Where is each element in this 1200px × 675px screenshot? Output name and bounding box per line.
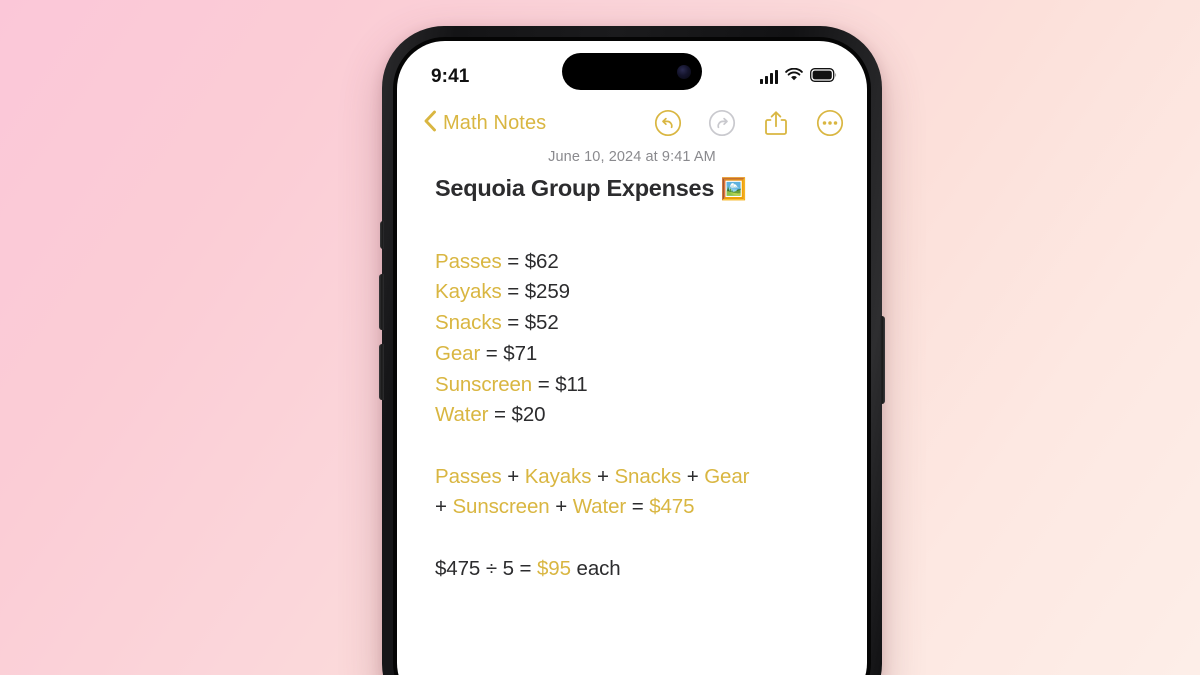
chevron-left-icon <box>423 110 437 137</box>
operator: = <box>537 372 550 396</box>
cellular-bars-icon <box>760 69 778 84</box>
back-button[interactable]: Math Notes <box>423 110 546 137</box>
variable-name: Passes <box>435 249 502 273</box>
status-time: 9:41 <box>431 66 470 87</box>
operator: = <box>507 280 520 304</box>
battery-full-icon <box>810 67 837 87</box>
assignment-line[interactable]: Kayaks = $259 <box>435 277 841 308</box>
assignment-line[interactable]: Snacks = $52 <box>435 308 841 339</box>
power-button[interactable] <box>880 316 885 404</box>
value: $11 <box>555 372 588 396</box>
variable-name: Snacks <box>435 311 502 335</box>
division-expression-line[interactable]: $475 ÷ 5 = $95 each <box>435 554 841 585</box>
sum-term: Snacks <box>614 464 682 488</box>
note-date: June 10, 2024 at 9:41 AM <box>548 149 716 165</box>
plus-operator: + <box>596 464 609 488</box>
plus-operator: + <box>435 495 447 519</box>
undo-button[interactable] <box>653 108 683 138</box>
operator: = <box>507 311 520 335</box>
variable-name: Kayaks <box>435 280 502 304</box>
more-button[interactable] <box>815 108 845 138</box>
divisor: 5 <box>502 556 514 580</box>
nav-actions <box>653 108 845 138</box>
division-result: $95 <box>537 556 571 580</box>
nav-bar: Math Notes <box>397 99 867 147</box>
variable-name: Water <box>435 403 489 427</box>
sum-expression-line[interactable]: Passes + Kayaks + Snacks + Gear + Sunscr… <box>435 462 765 523</box>
wifi-icon <box>785 67 803 87</box>
plus-operator: + <box>507 464 520 488</box>
note-lines: Passes = $62 Kayaks = $259 Snacks = $52 … <box>435 216 841 584</box>
volume-up-button[interactable] <box>379 274 384 330</box>
value: $259 <box>524 280 570 304</box>
plus-operator: + <box>686 464 699 488</box>
value: $71 <box>503 341 538 365</box>
plus-operator: + <box>555 495 568 519</box>
status-bar: 9:41 <box>397 41 867 99</box>
framed-picture-emoji: 🖼️ <box>720 178 747 201</box>
assignment-line[interactable]: Sunscreen = $11 <box>435 370 841 401</box>
sum-term: Water <box>572 495 627 519</box>
equals-operator: = <box>631 495 644 519</box>
silent-switch[interactable] <box>380 221 384 249</box>
division-suffix: each <box>576 556 621 580</box>
value: $20 <box>511 403 546 427</box>
phone-device: 9:41 Math Notes June 10, 2024 at 9:41 AM… <box>379 26 885 675</box>
variable-name: Gear <box>435 341 481 365</box>
operator: = <box>507 249 520 273</box>
sum-term: Kayaks <box>524 464 592 488</box>
phone-screen: 9:41 Math Notes June 10, 2024 at 9:41 AM… <box>397 41 867 675</box>
assignment-line[interactable]: Water = $20 <box>435 400 841 431</box>
operator: = <box>485 341 498 365</box>
back-button-label: Math Notes <box>443 111 547 134</box>
sum-term: Sunscreen <box>452 495 550 519</box>
assignment-line[interactable]: Gear = $71 <box>435 339 841 370</box>
volume-down-button[interactable] <box>379 344 384 400</box>
operator: = <box>494 403 506 427</box>
value: $52 <box>524 311 559 335</box>
sum-term: Gear <box>704 464 750 488</box>
camera-lens-icon <box>677 64 691 79</box>
note-title-text: Sequoia Group Expenses <box>435 175 715 201</box>
status-icons <box>760 67 837 87</box>
divide-operator: ÷ <box>485 556 497 580</box>
assignment-line[interactable]: Passes = $62 <box>435 247 841 278</box>
dividend: $475 <box>435 556 481 580</box>
variable-name: Sunscreen <box>435 372 533 396</box>
sum-result: $475 <box>649 495 695 519</box>
sum-term: Passes <box>435 464 502 488</box>
phone-bezel: 9:41 Math Notes June 10, 2024 at 9:41 AM… <box>393 37 871 675</box>
share-button[interactable] <box>761 108 791 138</box>
equals-operator: = <box>519 556 532 580</box>
dynamic-island <box>562 53 702 90</box>
note-content[interactable]: June 10, 2024 at 9:41 AM Sequoia Group E… <box>397 147 867 675</box>
value: $62 <box>524 249 559 273</box>
note-title: Sequoia Group Expenses 🖼️ <box>435 175 841 202</box>
redo-button[interactable] <box>707 108 737 138</box>
